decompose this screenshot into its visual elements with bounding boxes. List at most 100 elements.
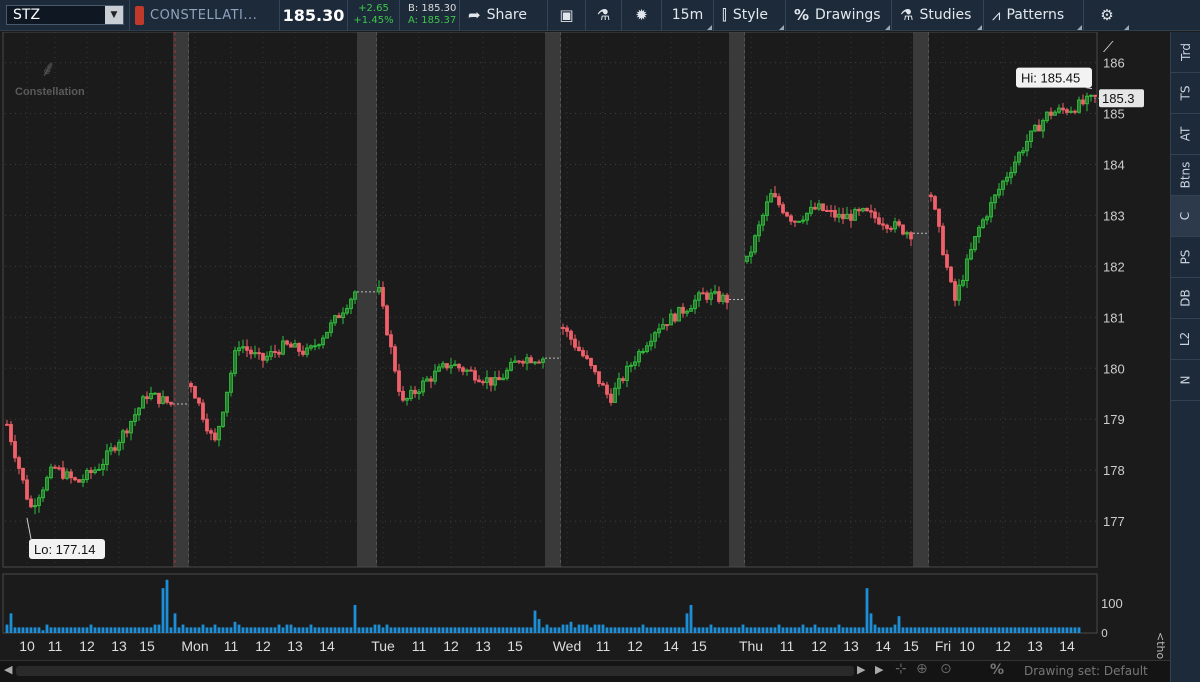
last-price: 185.30: [280, 0, 348, 31]
time-axis-label: 11: [48, 638, 63, 654]
dropdown-arrow-icon[interactable]: ▼: [105, 6, 123, 24]
side-tab-db[interactable]: DB: [1171, 278, 1200, 319]
notes-button[interactable]: ▣: [548, 0, 586, 31]
symbol-selector[interactable]: STZ ▼: [0, 0, 130, 31]
volume-bar: [793, 627, 797, 633]
side-tab-l2[interactable]: L2: [1171, 319, 1200, 360]
zoom-icon[interactable]: ⊙: [940, 661, 952, 677]
volume-bar: [193, 627, 197, 633]
candle: [201, 402, 205, 420]
volume-bar: [225, 627, 229, 633]
scroll-right-icon[interactable]: ▶: [857, 663, 865, 676]
candle: [641, 350, 645, 353]
candle: [285, 340, 289, 345]
side-tab-label: N: [1178, 375, 1193, 385]
horizontal-scrollbar[interactable]: [16, 666, 854, 676]
price-axis-label: 181: [1103, 310, 1125, 325]
volume-bar: [717, 627, 721, 633]
studies-button[interactable]: ⚗ Studies: [892, 0, 984, 31]
volume-bar: [585, 624, 589, 633]
volume-bar: [833, 627, 837, 633]
volume-bar: [637, 627, 641, 633]
volume-bar: [481, 627, 485, 633]
volume-bar: [177, 627, 181, 633]
volume-bar: [401, 627, 405, 633]
volume-bar: [385, 624, 389, 633]
volume-bar: [349, 627, 353, 633]
candle: [897, 221, 901, 226]
after-hours-band: [357, 32, 377, 567]
side-tab-btns[interactable]: Btns: [1171, 155, 1200, 196]
side-tab-ps[interactable]: PS: [1171, 237, 1200, 278]
volume-bar: [1077, 627, 1081, 633]
volume-bar: [317, 627, 321, 633]
percent-toggle[interactable]: %: [990, 662, 1004, 678]
volume-bar: [941, 627, 945, 633]
volume-bar: [117, 627, 121, 633]
price-axis-label: 178: [1103, 463, 1125, 478]
side-tab-n[interactable]: N: [1171, 360, 1200, 401]
candle: [585, 355, 589, 359]
flask-button[interactable]: ⚗: [586, 0, 622, 31]
settings-button[interactable]: ✹: [622, 0, 662, 31]
style-button[interactable]: ⫿ Style: [714, 0, 786, 31]
candle: [113, 447, 117, 451]
volume-bar: [873, 624, 877, 633]
volume-bar: [929, 627, 933, 633]
drawing-set-label[interactable]: Drawing set: Default: [1024, 664, 1148, 678]
price-axis-label: 183: [1103, 208, 1125, 223]
patterns-button[interactable]: ⩘ Patterns: [984, 0, 1084, 31]
volume-bar: [477, 627, 481, 633]
candle: [517, 360, 521, 363]
side-tab-at[interactable]: AT: [1171, 114, 1200, 155]
volume-bar: [985, 627, 989, 633]
time-axis-label: 15: [507, 638, 523, 654]
crosshair-icon[interactable]: ⊕: [916, 661, 928, 677]
candle: [69, 471, 73, 479]
share-button[interactable]: ➦ Share: [460, 0, 548, 31]
volume-bar: [333, 627, 337, 633]
side-tab-c[interactable]: C: [1171, 196, 1200, 237]
scale-toggle-icon[interactable]: ⟋: [1103, 38, 1114, 56]
candle: [1081, 99, 1085, 105]
zoom-out-icon[interactable]: ⊹: [895, 661, 907, 677]
volume-bar: [633, 627, 637, 633]
gear-menu-button[interactable]: ⚙: [1084, 0, 1130, 31]
timeframe-button[interactable]: 15m: [662, 0, 714, 31]
candle: [197, 397, 201, 404]
candle: [1073, 110, 1077, 113]
scroll-left-icon[interactable]: ◀: [4, 663, 12, 676]
volume-bar: [345, 627, 349, 633]
candle: [785, 212, 789, 217]
volume-bar: [925, 627, 929, 633]
scroll-end-icon[interactable]: ▶: [875, 663, 883, 676]
volume-bar: [1037, 627, 1041, 633]
volume-bar: [253, 627, 257, 633]
current-price-label: 185.3: [1102, 91, 1135, 106]
price-chart[interactable]: ⸙ Constellation 177 178 179 180 181 182 183 184…: [0, 32, 1170, 682]
volume-bar: [765, 627, 769, 633]
volume-bar: [1057, 627, 1061, 633]
candle: [257, 352, 261, 355]
volume-bar: [181, 624, 185, 633]
candle: [209, 430, 213, 434]
volume-bar: [265, 627, 269, 633]
volume-bar: [769, 627, 773, 633]
candle: [205, 418, 209, 432]
candle: [5, 423, 9, 426]
drawings-button[interactable]: % Drawings: [786, 0, 892, 31]
right-sidebar: Trd TS AT Btns C PS DB L2 N: [1170, 32, 1200, 682]
volume-bar: [613, 627, 617, 633]
volume-bar: [485, 627, 489, 633]
volume-bar: [1013, 627, 1017, 633]
volume-bar: [109, 627, 113, 633]
candle: [77, 479, 81, 483]
volume-bar: [845, 627, 849, 633]
candle: [941, 225, 945, 256]
volume-bar: [1073, 627, 1077, 633]
side-tab-ts[interactable]: TS: [1171, 73, 1200, 114]
side-tab-trd[interactable]: Trd: [1171, 32, 1200, 73]
volume-bar: [277, 624, 281, 633]
candle: [953, 281, 957, 301]
candle: [605, 384, 609, 395]
